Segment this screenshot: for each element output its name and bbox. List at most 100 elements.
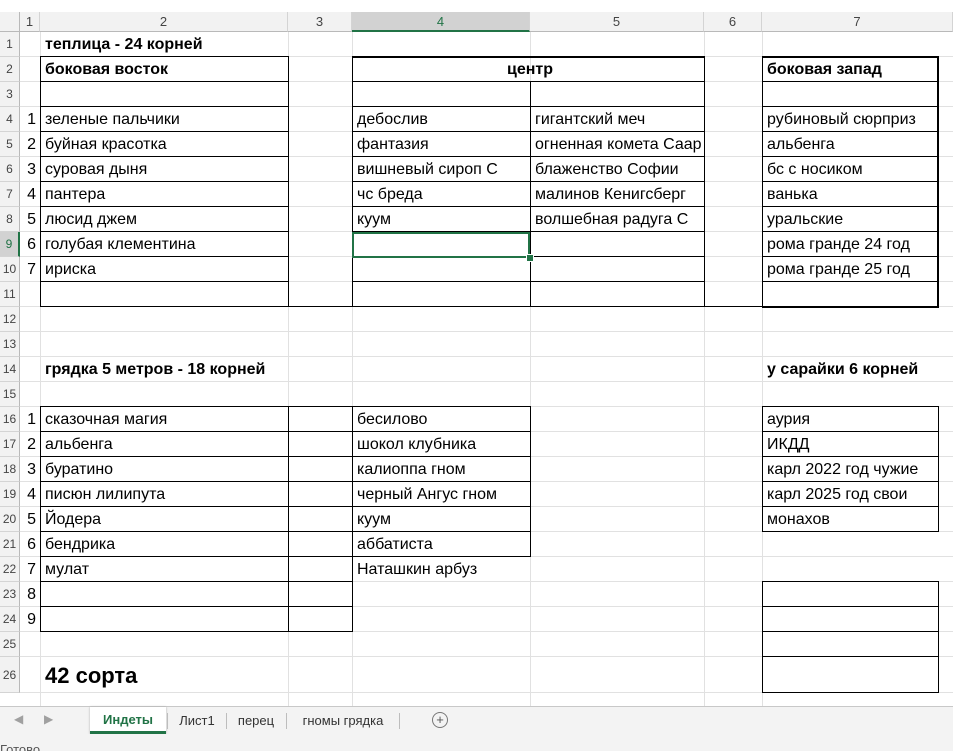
row-header[interactable]: 24 bbox=[0, 607, 20, 632]
add-sheet-icon[interactable]: + bbox=[432, 712, 448, 728]
east-variety[interactable]: буйная красотка bbox=[45, 132, 287, 157]
bed-variety[interactable]: калиоппа гном bbox=[357, 457, 529, 482]
row-header[interactable]: 21 bbox=[0, 532, 20, 557]
row-number[interactable]: 6 bbox=[25, 532, 39, 557]
bed-variety[interactable]: писюн лилипута bbox=[45, 482, 287, 507]
row-header[interactable]: 23 bbox=[0, 582, 20, 607]
row-header[interactable]: 19 bbox=[0, 482, 20, 507]
bed-variety[interactable]: Наташкин арбуз bbox=[357, 557, 529, 582]
row-header[interactable]: 18 bbox=[0, 457, 20, 482]
row-header[interactable]: 22 bbox=[0, 557, 20, 582]
row-header[interactable]: 25 bbox=[0, 632, 20, 657]
west-variety[interactable]: рубиновый сюрприз bbox=[767, 107, 937, 132]
tab-perets[interactable]: перец bbox=[229, 707, 283, 734]
west-variety[interactable]: бс с носиком bbox=[767, 157, 937, 182]
bed-variety[interactable]: сказочная магия bbox=[45, 407, 287, 432]
row-number[interactable]: 9 bbox=[25, 607, 39, 632]
east-variety[interactable]: пантера bbox=[45, 182, 287, 207]
row-header[interactable]: 6 bbox=[0, 157, 20, 182]
row-number[interactable]: 2 bbox=[25, 132, 39, 157]
bed-variety[interactable]: мулат bbox=[45, 557, 287, 582]
east-variety[interactable]: зеленые пальчики bbox=[45, 107, 287, 132]
scroll-right-icon[interactable]: ▶ bbox=[44, 712, 53, 726]
row-header[interactable]: 15 bbox=[0, 382, 20, 407]
west-variety[interactable]: рома гранде 25 год bbox=[767, 257, 937, 282]
row-header[interactable]: 3 bbox=[0, 82, 20, 107]
column-header[interactable]: 6 bbox=[704, 12, 762, 32]
center-variety[interactable]: огненная комета Саар bbox=[535, 132, 703, 157]
center-variety[interactable]: куум bbox=[357, 207, 529, 232]
row-number[interactable]: 3 bbox=[25, 457, 39, 482]
fill-handle[interactable] bbox=[526, 254, 534, 262]
row-header[interactable]: 5 bbox=[0, 132, 20, 157]
bed-variety[interactable]: бендрика bbox=[45, 532, 287, 557]
row-header[interactable]: 16 bbox=[0, 407, 20, 432]
row-number[interactable]: 4 bbox=[25, 482, 39, 507]
row-number[interactable]: 5 bbox=[25, 207, 39, 232]
row-header[interactable]: 9 bbox=[0, 232, 20, 257]
column-header[interactable]: 3 bbox=[288, 12, 352, 32]
bed-variety[interactable]: аббатиста bbox=[357, 532, 529, 557]
column-header[interactable]: 7 bbox=[762, 12, 953, 32]
bed-variety[interactable]: Йодера bbox=[45, 507, 287, 532]
row-number[interactable]: 2 bbox=[25, 432, 39, 457]
shed-variety[interactable]: карл 2022 год чужие bbox=[767, 457, 937, 482]
center-variety[interactable]: дебослив bbox=[357, 107, 529, 132]
select-all-corner[interactable] bbox=[0, 12, 20, 32]
active-cell-selection[interactable] bbox=[352, 232, 530, 258]
center-variety[interactable]: фантазия bbox=[357, 132, 529, 157]
row-header[interactable]: 20 bbox=[0, 507, 20, 532]
column-header[interactable]: 4 bbox=[352, 12, 530, 32]
shed-variety[interactable]: карл 2025 год свои bbox=[767, 482, 937, 507]
column-header[interactable]: 1 bbox=[20, 12, 40, 32]
column-header[interactable]: 2 bbox=[40, 12, 288, 32]
row-header[interactable]: 2 bbox=[0, 57, 20, 82]
center-variety[interactable]: вишневый сироп С bbox=[357, 157, 529, 182]
bed-title[interactable]: грядка 5 метров - 18 корней bbox=[45, 357, 351, 382]
tab-indety[interactable]: Индеты bbox=[90, 707, 166, 734]
row-header[interactable]: 11 bbox=[0, 282, 20, 307]
row-header[interactable]: 17 bbox=[0, 432, 20, 457]
shed-variety[interactable]: аурия bbox=[767, 407, 937, 432]
tab-list1[interactable]: Лист1 bbox=[170, 707, 224, 734]
west-variety[interactable]: альбенга bbox=[767, 132, 937, 157]
tab-gnomy-gryadka[interactable]: гномы грядка bbox=[289, 707, 397, 734]
row-header[interactable]: 13 bbox=[0, 332, 20, 357]
row-number[interactable]: 1 bbox=[25, 107, 39, 132]
east-variety[interactable]: суровая дыня bbox=[45, 157, 287, 182]
bed-variety[interactable]: шокол клубника bbox=[357, 432, 529, 457]
shed-variety[interactable]: монахов bbox=[767, 507, 937, 532]
row-number[interactable]: 7 bbox=[25, 557, 39, 582]
east-side-header[interactable]: боковая восток bbox=[45, 57, 287, 82]
east-variety[interactable]: ириска bbox=[45, 257, 287, 282]
bed-variety[interactable]: альбенга bbox=[45, 432, 287, 457]
greenhouse-title[interactable]: теплица - 24 корней bbox=[45, 32, 351, 57]
row-number[interactable]: 7 bbox=[25, 257, 39, 282]
row-header[interactable]: 14 bbox=[0, 357, 20, 382]
row-header[interactable]: 4 bbox=[0, 107, 20, 132]
spreadsheet-grid[interactable]: 1234567 1 2 3 4 5 6 7 8 9 10 11 12 13 14 15 16 17 18 19 20 2… bbox=[0, 0, 953, 706]
center-variety[interactable]: волшебная радуга С bbox=[535, 207, 703, 232]
row-number[interactable]: 8 bbox=[25, 582, 39, 607]
bed-variety[interactable]: черный Ангус гном bbox=[357, 482, 529, 507]
center-variety[interactable]: чс бреда bbox=[357, 182, 529, 207]
bed-variety[interactable]: буратино bbox=[45, 457, 287, 482]
east-variety[interactable]: голубая клементина bbox=[45, 232, 287, 257]
row-header[interactable]: 7 bbox=[0, 182, 20, 207]
shed-variety[interactable]: ИКДД bbox=[767, 432, 937, 457]
total-count[interactable]: 42 сорта bbox=[45, 657, 287, 693]
west-variety[interactable]: уральские bbox=[767, 207, 937, 232]
row-header[interactable]: 26 bbox=[0, 657, 20, 693]
row-header[interactable]: 12 bbox=[0, 307, 20, 332]
bed-variety[interactable]: куум bbox=[357, 507, 529, 532]
west-variety[interactable]: рома гранде 24 год bbox=[767, 232, 937, 257]
row-number[interactable]: 6 bbox=[25, 232, 39, 257]
center-header[interactable]: центр bbox=[357, 57, 703, 82]
row-header[interactable]: 1 bbox=[0, 32, 20, 57]
west-side-header[interactable]: боковая запад bbox=[767, 57, 952, 82]
row-number[interactable]: 5 bbox=[25, 507, 39, 532]
column-header[interactable]: 5 bbox=[530, 12, 704, 32]
row-number[interactable]: 4 bbox=[25, 182, 39, 207]
row-number[interactable]: 1 bbox=[25, 407, 39, 432]
center-variety[interactable]: гигантский меч bbox=[535, 107, 703, 132]
